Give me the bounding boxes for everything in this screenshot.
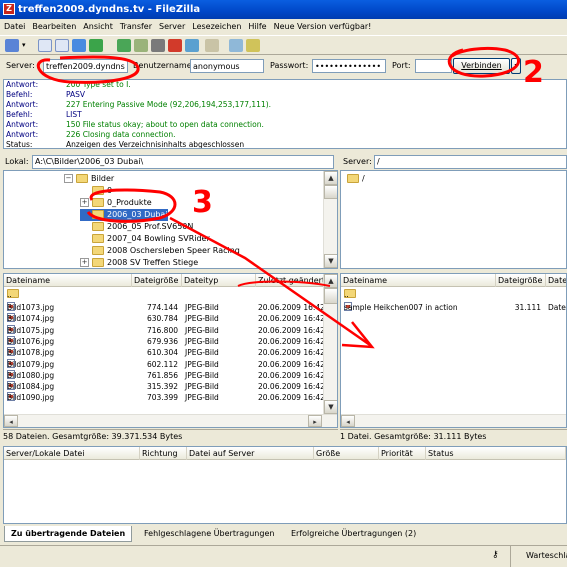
annotation-circle-folder — [86, 188, 177, 223]
annotation-label-2: 2 — [523, 55, 544, 90]
annotation-label-3: 3 — [192, 185, 213, 220]
annotation-circle-server — [37, 55, 140, 84]
annotation-circle-connect — [447, 46, 520, 78]
annotation-overlay: 2 3 — [37, 46, 544, 349]
